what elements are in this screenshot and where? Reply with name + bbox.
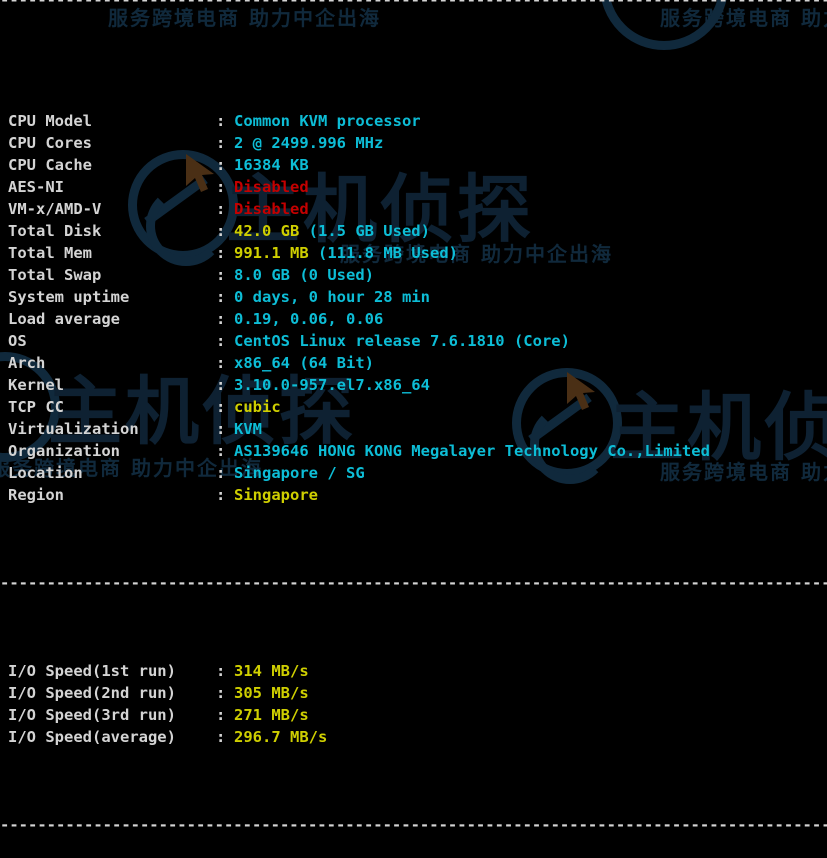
system-info-colon: : (216, 112, 226, 130)
io-speed-colon: : (216, 706, 226, 724)
io-speed-value: 305 MB/s (234, 684, 309, 702)
system-info-row: Total Mem:991.1 MB (111.8 MB Used) (0, 242, 827, 264)
system-info-row: Load average:0.19, 0.06, 0.06 (0, 308, 827, 330)
io-speed-label: I/O Speed(1st run) (8, 662, 176, 680)
system-info-label: System uptime (8, 288, 130, 306)
system-info-colon: : (216, 354, 226, 372)
system-info-row: CPU Model: Common KVM processor (0, 110, 827, 132)
system-info-colon: : (216, 134, 226, 152)
system-info-value: 991.1 MB (234, 244, 318, 262)
system-info-label: AES-NI (8, 178, 64, 196)
system-info-label: TCP CC (8, 398, 64, 416)
system-info-label: Total Mem (8, 244, 92, 262)
system-info-label: Load average (8, 310, 120, 328)
system-info-value: 16384 KB (234, 156, 309, 174)
separator-bottom: ----------------------------------------… (0, 816, 827, 834)
system-info-colon: : (216, 178, 226, 196)
system-info-row: Region: Singapore (0, 484, 827, 506)
system-info-colon: : (216, 310, 226, 328)
system-info-row: VM-x/AMD-V: Disabled (0, 198, 827, 220)
system-info-colon: : (216, 222, 226, 240)
system-info-value: x86_64 (64 Bit) (234, 354, 374, 372)
system-info-value: 3.10.0-957.el7.x86_64 (234, 376, 430, 394)
system-info-value: 8.0 GB (0 Used) (234, 266, 374, 284)
system-info-row: AES-NI: Disabled (0, 176, 827, 198)
io-speed-row: I/O Speed(1st run):314 MB/s (0, 660, 827, 682)
system-info-label: Kernel (8, 376, 64, 394)
system-info-value: 2 @ 2499.996 MHz (234, 134, 384, 152)
system-info-colon: : (216, 376, 226, 394)
io-speed-value: 271 MB/s (234, 706, 309, 724)
system-info-row: Total Swap:8.0 GB (0 Used) (0, 264, 827, 286)
io-speed-value: 314 MB/s (234, 662, 309, 680)
system-info-colon: : (216, 442, 226, 460)
system-info-value: (1.5 GB Used) (308, 222, 430, 240)
system-info-row: Location: Singapore / SG (0, 462, 827, 484)
system-info-row: Arch: x86_64 (64 Bit) (0, 352, 827, 374)
system-info-value: 0.19, 0.06, 0.06 (234, 310, 384, 328)
terminal-output: ----------------------------------------… (0, 0, 827, 834)
io-speed-row: I/O Speed(average):296.7 MB/s (0, 726, 827, 748)
io-speed-label: I/O Speed(2nd run) (8, 684, 176, 702)
system-info-colon: : (216, 266, 226, 284)
system-info-colon: : (216, 332, 226, 350)
system-info-value: Singapore / SG (234, 464, 365, 482)
system-info-value: Disabled (234, 178, 309, 196)
system-info-value: (111.8 MB Used) (318, 244, 458, 262)
system-info-row: OS: CentOS Linux release 7.6.1810 (Core) (0, 330, 827, 352)
separator-middle: ----------------------------------------… (0, 574, 827, 592)
system-info-value: Common KVM processor (234, 112, 421, 130)
io-speed-colon: : (216, 662, 226, 680)
system-info-colon: : (216, 464, 226, 482)
system-info-colon: : (216, 200, 226, 218)
system-info-label: Arch (8, 354, 46, 372)
system-info-value: 0 days, 0 hour 28 min (234, 288, 430, 306)
system-info-row: CPU Cache:16384 KB (0, 154, 827, 176)
io-speed-value: 296.7 MB/s (234, 728, 328, 746)
io-speed-label: I/O Speed(3rd run) (8, 706, 176, 724)
system-info-label: CPU Cores (8, 134, 92, 152)
system-info-row: Organization: AS139646 HONG KONG Megalaye… (0, 440, 827, 462)
system-info-label: CPU Cache (8, 156, 92, 174)
io-speed-label: I/O Speed(average) (8, 728, 176, 746)
system-info-label: Region (8, 486, 64, 504)
system-info-row: CPU Cores:2 @ 2499.996 MHz (0, 132, 827, 154)
io-speed-colon: : (216, 728, 226, 746)
system-info-value: KVM (234, 420, 262, 438)
system-info-colon: : (216, 486, 226, 504)
system-info-label: Virtualization (8, 420, 139, 438)
system-info-value: 42.0 GB (234, 222, 309, 240)
system-info-colon: : (216, 288, 226, 306)
io-speed-row: I/O Speed(3rd run):271 MB/s (0, 704, 827, 726)
system-info-row: TCP CC: cubic (0, 396, 827, 418)
system-info-value: Singapore (234, 486, 318, 504)
system-info-row: Virtualization: KVM (0, 418, 827, 440)
system-info-label: Organization (8, 442, 120, 460)
io-speed-row: I/O Speed(2nd run):305 MB/s (0, 682, 827, 704)
system-info-label: CPU Model (8, 112, 92, 130)
system-info-colon: : (216, 398, 226, 416)
io-speed-colon: : (216, 684, 226, 702)
system-info-row: Total Disk:42.0 GB (1.5 GB Used) (0, 220, 827, 242)
system-info-label: OS (8, 332, 27, 350)
system-info-colon: : (216, 420, 226, 438)
system-info-value: Disabled (234, 200, 309, 218)
system-info-colon: : (216, 156, 226, 174)
system-info-block: CPU Model: Common KVM processor CPU Cores:… (0, 110, 827, 506)
system-info-label: Total Swap (8, 266, 102, 284)
system-info-row: System uptime:0 days, 0 hour 28 min (0, 286, 827, 308)
system-info-row: Kernel:3.10.0-957.el7.x86_64 (0, 374, 827, 396)
system-info-colon: : (216, 244, 226, 262)
system-info-label: VM-x/AMD-V (8, 200, 102, 218)
system-info-value: cubic (234, 398, 281, 416)
system-info-label: Location (8, 464, 83, 482)
system-info-label: Total Disk (8, 222, 102, 240)
io-speed-block: I/O Speed(1st run):314 MB/s I/O Speed(2nd… (0, 660, 827, 748)
system-info-value: AS139646 HONG KONG Megalayer Technology … (234, 442, 710, 460)
system-info-value: CentOS Linux release 7.6.1810 (Core) (234, 332, 570, 350)
separator-top: ----------------------------------------… (0, 0, 827, 9)
